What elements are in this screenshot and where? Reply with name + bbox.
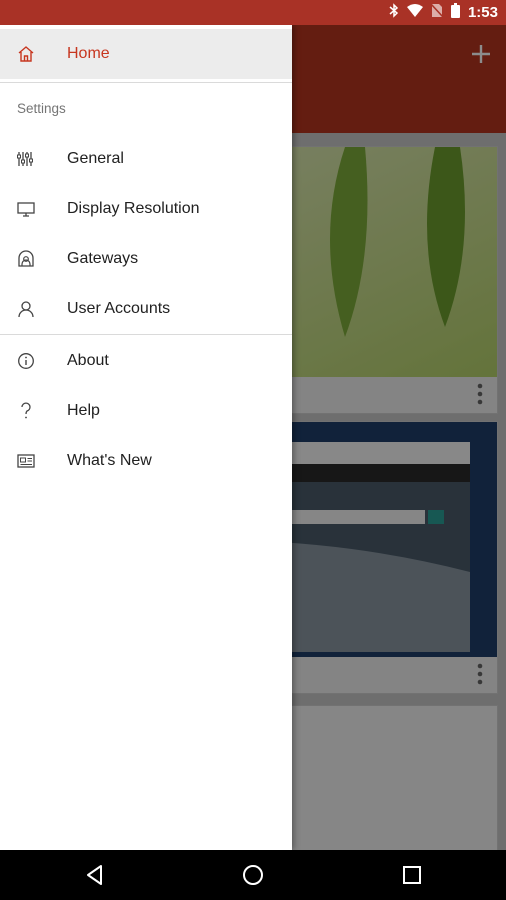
drawer-item-label: Gateways bbox=[67, 250, 139, 267]
info-icon bbox=[16, 351, 36, 371]
section-label-settings: Settings bbox=[17, 101, 66, 116]
home-icon bbox=[16, 44, 36, 64]
status-bar: 1:53 bbox=[0, 0, 506, 25]
drawer-item-label: About bbox=[67, 352, 109, 369]
drawer-item-about[interactable]: About bbox=[0, 336, 292, 386]
news-icon bbox=[16, 451, 36, 471]
drawer-item-user-accounts[interactable]: User Accounts bbox=[0, 284, 292, 334]
drawer-item-label: Display Resolution bbox=[67, 200, 200, 217]
user-icon bbox=[16, 299, 36, 319]
no-sim-icon bbox=[430, 2, 444, 23]
drawer-item-display-resolution[interactable]: Display Resolution bbox=[0, 184, 292, 234]
monitor-icon bbox=[16, 199, 36, 219]
bluetooth-icon bbox=[389, 2, 399, 23]
drawer-item-general[interactable]: General bbox=[0, 134, 292, 184]
drawer-item-label: What's New bbox=[67, 452, 152, 469]
drawer-item-gateways[interactable]: Gateways bbox=[0, 234, 292, 284]
status-time: 1:53 bbox=[467, 4, 498, 21]
battery-icon bbox=[450, 2, 460, 23]
drawer-item-whats-new[interactable]: What's New bbox=[0, 436, 292, 486]
back-icon[interactable] bbox=[83, 863, 107, 887]
drawer-item-label: User Accounts bbox=[67, 300, 171, 317]
divider bbox=[0, 334, 292, 335]
question-icon bbox=[16, 401, 36, 421]
navigation-drawer: Home Settings General Display Resolution… bbox=[0, 25, 292, 850]
home-circle-icon[interactable] bbox=[241, 863, 265, 887]
recents-icon[interactable] bbox=[400, 863, 424, 887]
drawer-item-label: General bbox=[67, 150, 124, 167]
drawer-item-home[interactable]: Home bbox=[0, 29, 292, 79]
divider bbox=[0, 82, 292, 83]
drawer-item-label: Home bbox=[67, 45, 110, 62]
sliders-icon bbox=[16, 149, 36, 169]
system-nav-bar bbox=[0, 850, 506, 900]
drawer-item-help[interactable]: Help bbox=[0, 386, 292, 436]
drawer-item-label: Help bbox=[67, 402, 100, 419]
gateway-icon bbox=[16, 249, 36, 269]
wifi-icon bbox=[406, 3, 423, 22]
